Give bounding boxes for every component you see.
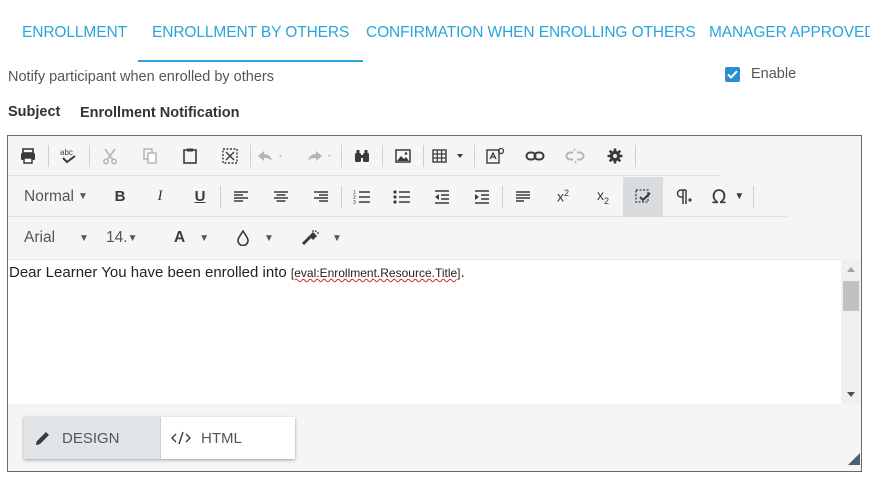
toolbar-row-1: abc: [8, 136, 721, 176]
align-left-icon[interactable]: [221, 177, 261, 217]
image-icon[interactable]: [383, 136, 423, 176]
paste-icon[interactable]: [170, 136, 210, 176]
enable-toggle[interactable]: Enable: [725, 66, 796, 82]
table-icon[interactable]: [424, 136, 474, 176]
toolbar-row-3: Arial ▼ 14. ▼ A ▼ ▼ ▼: [8, 218, 368, 258]
chevron-down-icon: ▼: [77, 191, 88, 202]
chevron-down-icon: ▼: [264, 232, 274, 244]
align-center-icon[interactable]: [261, 177, 301, 217]
font-size-dropdown[interactable]: 14. ▼: [96, 218, 154, 258]
enable-label: Enable: [751, 66, 797, 82]
underline-icon[interactable]: U: [180, 177, 220, 217]
scroll-down-arrow-icon[interactable]: [841, 386, 861, 402]
mode-toggle-group: DESIGN HTML: [24, 417, 295, 459]
align-right-icon[interactable]: [301, 177, 341, 217]
editor-text: Dear Learner You have been enrolled into: [9, 264, 291, 281]
svg-text:abc: abc: [60, 148, 73, 157]
font-family-dropdown[interactable]: Arial ▼: [8, 218, 96, 258]
format-block-value: Normal: [24, 187, 74, 205]
pencil-icon: [34, 429, 52, 447]
chevron-down-icon: ▼: [79, 232, 89, 244]
chevron-down-icon: ▼: [734, 191, 745, 202]
editor-text-end: .: [460, 264, 465, 281]
outdent-icon[interactable]: [422, 177, 462, 217]
design-mode-button[interactable]: DESIGN: [24, 417, 160, 459]
resize-grip-icon[interactable]: [848, 452, 860, 470]
editor-content-area[interactable]: Dear Learner You have been enrolled into…: [8, 259, 841, 404]
rich-text-editor: abc Normal ▼ B I U 123 x2 x2 Ω ▼ Arial ▼…: [7, 135, 862, 472]
settings-icon[interactable]: [595, 136, 635, 176]
tab-enrollment[interactable]: ENROLLMENT: [22, 24, 127, 62]
background-color-icon[interactable]: ▼: [220, 218, 286, 258]
tab-manager-approved[interactable]: MANAGER APPROVED: [709, 24, 870, 62]
notify-label: Notify participant when enrolled by othe…: [8, 69, 274, 85]
paragraph-format-icon[interactable]: [503, 177, 543, 217]
chevron-down-icon: ▼: [199, 232, 210, 244]
tab-enrollment-by-others[interactable]: ENROLLMENT BY OTHERS: [137, 24, 364, 62]
link-icon[interactable]: [515, 136, 555, 176]
spellcheck-icon[interactable]: abc: [49, 136, 89, 176]
tab-bar: ENROLLMENT ENROLLMENT BY OTHERS CONFIRMA…: [0, 0, 870, 62]
toolbar-row-2: Normal ▼ B I U 123 x2 x2 Ω ▼: [8, 176, 787, 217]
editor-mode-bar: DESIGN HTML: [8, 404, 861, 471]
toolbar-separator: [753, 185, 754, 208]
show-formatting-icon[interactable]: [663, 177, 703, 217]
find-icon[interactable]: [342, 136, 382, 176]
indent-icon[interactable]: [462, 177, 502, 217]
bold-icon[interactable]: B: [100, 177, 140, 217]
format-block-dropdown[interactable]: Normal ▼: [8, 177, 100, 217]
text-color-icon[interactable]: A ▼: [154, 218, 220, 258]
numbered-list-icon[interactable]: 123: [342, 177, 382, 217]
vertical-scrollbar[interactable]: [841, 259, 861, 404]
print-icon[interactable]: [8, 136, 48, 176]
text-color-glyph: A: [174, 229, 186, 246]
italic-icon[interactable]: I: [140, 177, 180, 217]
editor-body-text: Dear Learner You have been enrolled into…: [9, 264, 465, 281]
subscript-icon[interactable]: x2: [583, 177, 623, 217]
insert-form-icon[interactable]: [475, 136, 515, 176]
format-stripper-icon[interactable]: [623, 176, 663, 217]
tab-confirmation-when-enrolling-others[interactable]: CONFIRMATION WHEN ENROLLING OTHERS: [366, 24, 696, 62]
chevron-down-icon: ▼: [127, 232, 138, 244]
code-icon: [171, 431, 191, 445]
html-mode-label: HTML: [201, 429, 242, 447]
scroll-up-arrow-icon[interactable]: [841, 261, 861, 277]
eval-token: [eval:Enrollment.Resource.Title]: [290, 266, 461, 280]
svg-text:3: 3: [353, 200, 356, 205]
format-painter-icon[interactable]: ▼: [286, 218, 356, 258]
cut-icon[interactable]: [90, 136, 130, 176]
enable-checkbox[interactable]: [725, 66, 740, 82]
font-size-value: 14.: [106, 229, 128, 246]
scrollbar-thumb[interactable]: [843, 281, 859, 311]
subject-label: Subject: [8, 104, 61, 120]
subject-field[interactable]: Enrollment Notification: [80, 105, 240, 121]
select-all-icon[interactable]: [210, 136, 250, 176]
design-mode-label: DESIGN: [62, 429, 120, 447]
html-mode-button[interactable]: HTML: [160, 417, 295, 459]
bulleted-list-icon[interactable]: [382, 177, 422, 217]
special-character-icon[interactable]: Ω ▼: [703, 177, 753, 217]
copy-icon[interactable]: [130, 136, 170, 176]
chevron-down-icon: ▼: [332, 232, 342, 244]
toolbar-separator: [635, 144, 636, 167]
undo-icon[interactable]: [251, 136, 291, 176]
redo-icon[interactable]: [301, 136, 341, 176]
superscript-icon[interactable]: x2: [543, 177, 583, 217]
font-family-value: Arial: [24, 229, 56, 246]
unlink-icon[interactable]: [555, 136, 595, 176]
